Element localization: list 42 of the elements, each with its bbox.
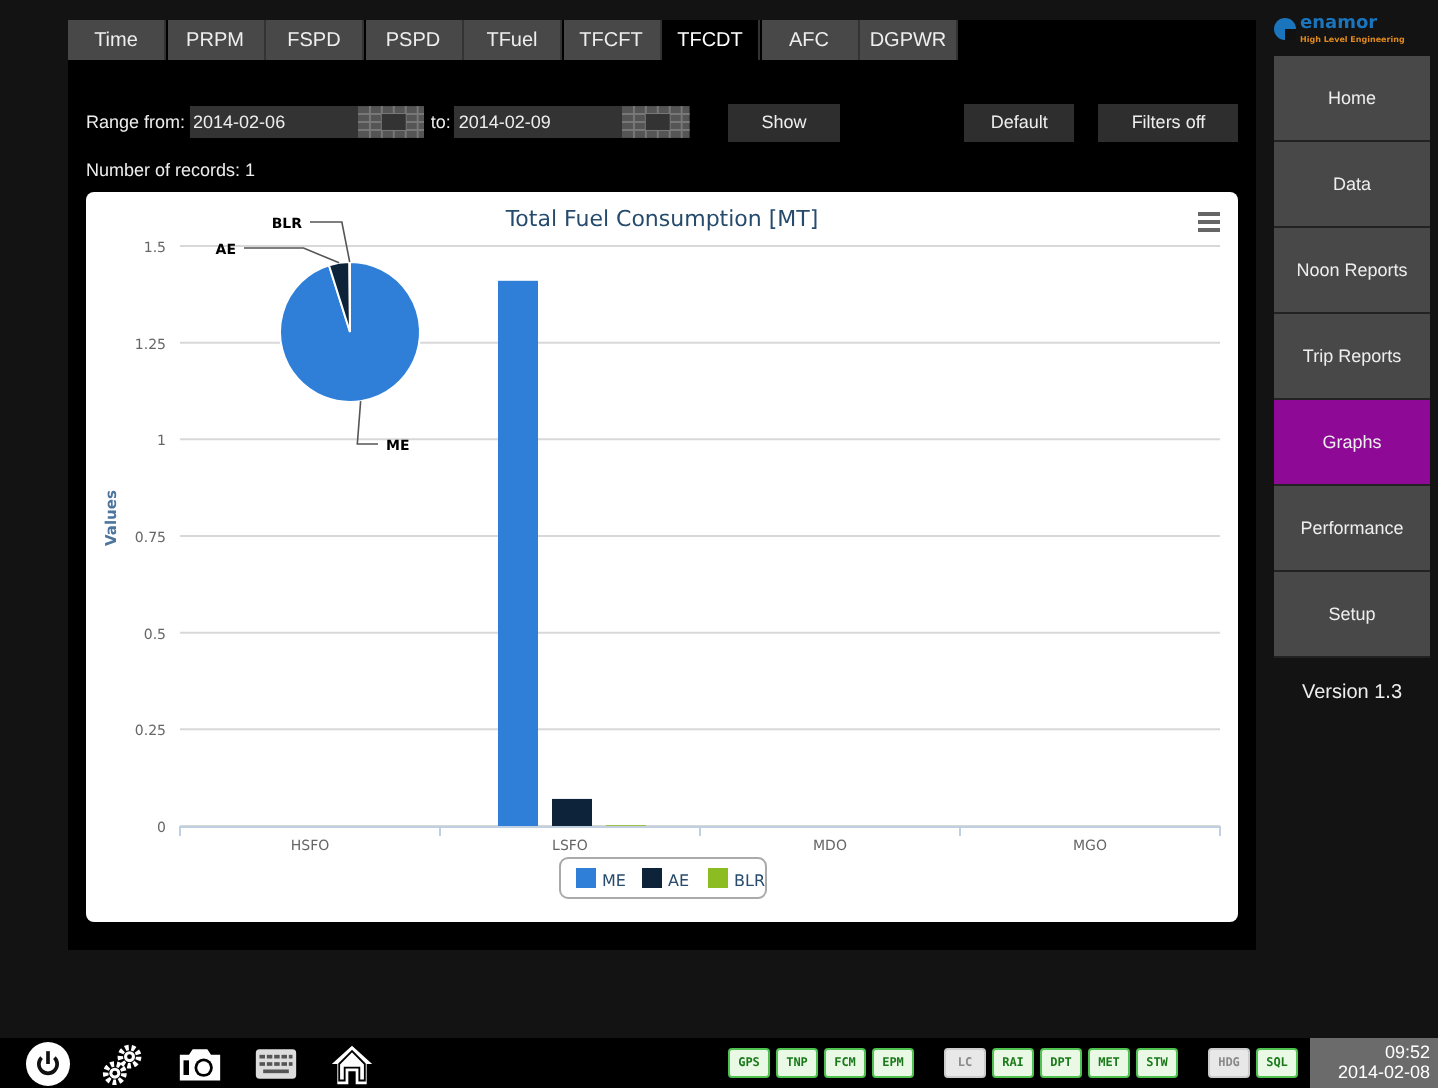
power-icon[interactable]	[26, 1041, 70, 1085]
to-label: to:	[430, 112, 451, 132]
range-from-label: Range from:	[86, 112, 186, 132]
show-button[interactable]: Show	[728, 103, 840, 141]
tab[interactable]: PSPD	[365, 20, 463, 60]
date-field[interactable]: 2014-02-06	[189, 106, 358, 138]
calendar-icon[interactable]	[622, 106, 691, 138]
sidebar-item[interactable]: Performance	[1274, 486, 1430, 572]
tab[interactable]: AFC	[761, 20, 859, 60]
calendar-icon[interactable]	[357, 106, 425, 138]
sidebar-item[interactable]: Graphs	[1274, 400, 1430, 486]
filters-off-button[interactable]: Filters off	[1098, 103, 1239, 141]
tab[interactable]: DGPWR	[860, 20, 958, 60]
chart-title: Total Fuel Consumption [MT]	[505, 206, 819, 232]
bar	[552, 798, 592, 826]
menu-icon[interactable]	[1198, 212, 1220, 232]
legend-label: ME	[602, 872, 626, 890]
clock: 09:52 2014-02-08	[1310, 1038, 1438, 1088]
tab[interactable]: FSPD	[266, 20, 364, 60]
tab[interactable]: PRPM	[167, 20, 265, 60]
sidebar-item[interactable]: Noon Reports	[1274, 228, 1430, 314]
tab[interactable]: TFuel	[464, 20, 562, 60]
legend-label: BLR	[734, 872, 766, 890]
record-count: Number of records: 1	[86, 160, 258, 184]
version-label: Version 1.3	[1299, 682, 1405, 704]
sidebar-item[interactable]: Trip Reports	[1274, 314, 1430, 400]
legend-item[interactable]: BLR	[708, 868, 766, 890]
default-button[interactable]: Default	[963, 103, 1075, 141]
legend-label: AE	[668, 872, 690, 890]
legend-item[interactable]: ME	[576, 868, 626, 890]
logo-icon	[1274, 17, 1296, 39]
tab[interactable]: Time	[68, 20, 166, 60]
sidebar-item[interactable]: Data	[1274, 142, 1430, 228]
sidebar-item[interactable]: Home	[1274, 56, 1430, 142]
leader-line	[356, 400, 379, 445]
pie-chart	[279, 261, 421, 403]
legend-item[interactable]: AE	[642, 868, 690, 890]
sidebar-item[interactable]: Setup	[1274, 572, 1430, 658]
tab[interactable]: TFCFT	[563, 20, 661, 60]
date-field[interactable]: 2014-02-09	[454, 106, 623, 138]
home-icon[interactable]	[330, 1041, 374, 1085]
gears-icon[interactable]	[102, 1041, 146, 1085]
